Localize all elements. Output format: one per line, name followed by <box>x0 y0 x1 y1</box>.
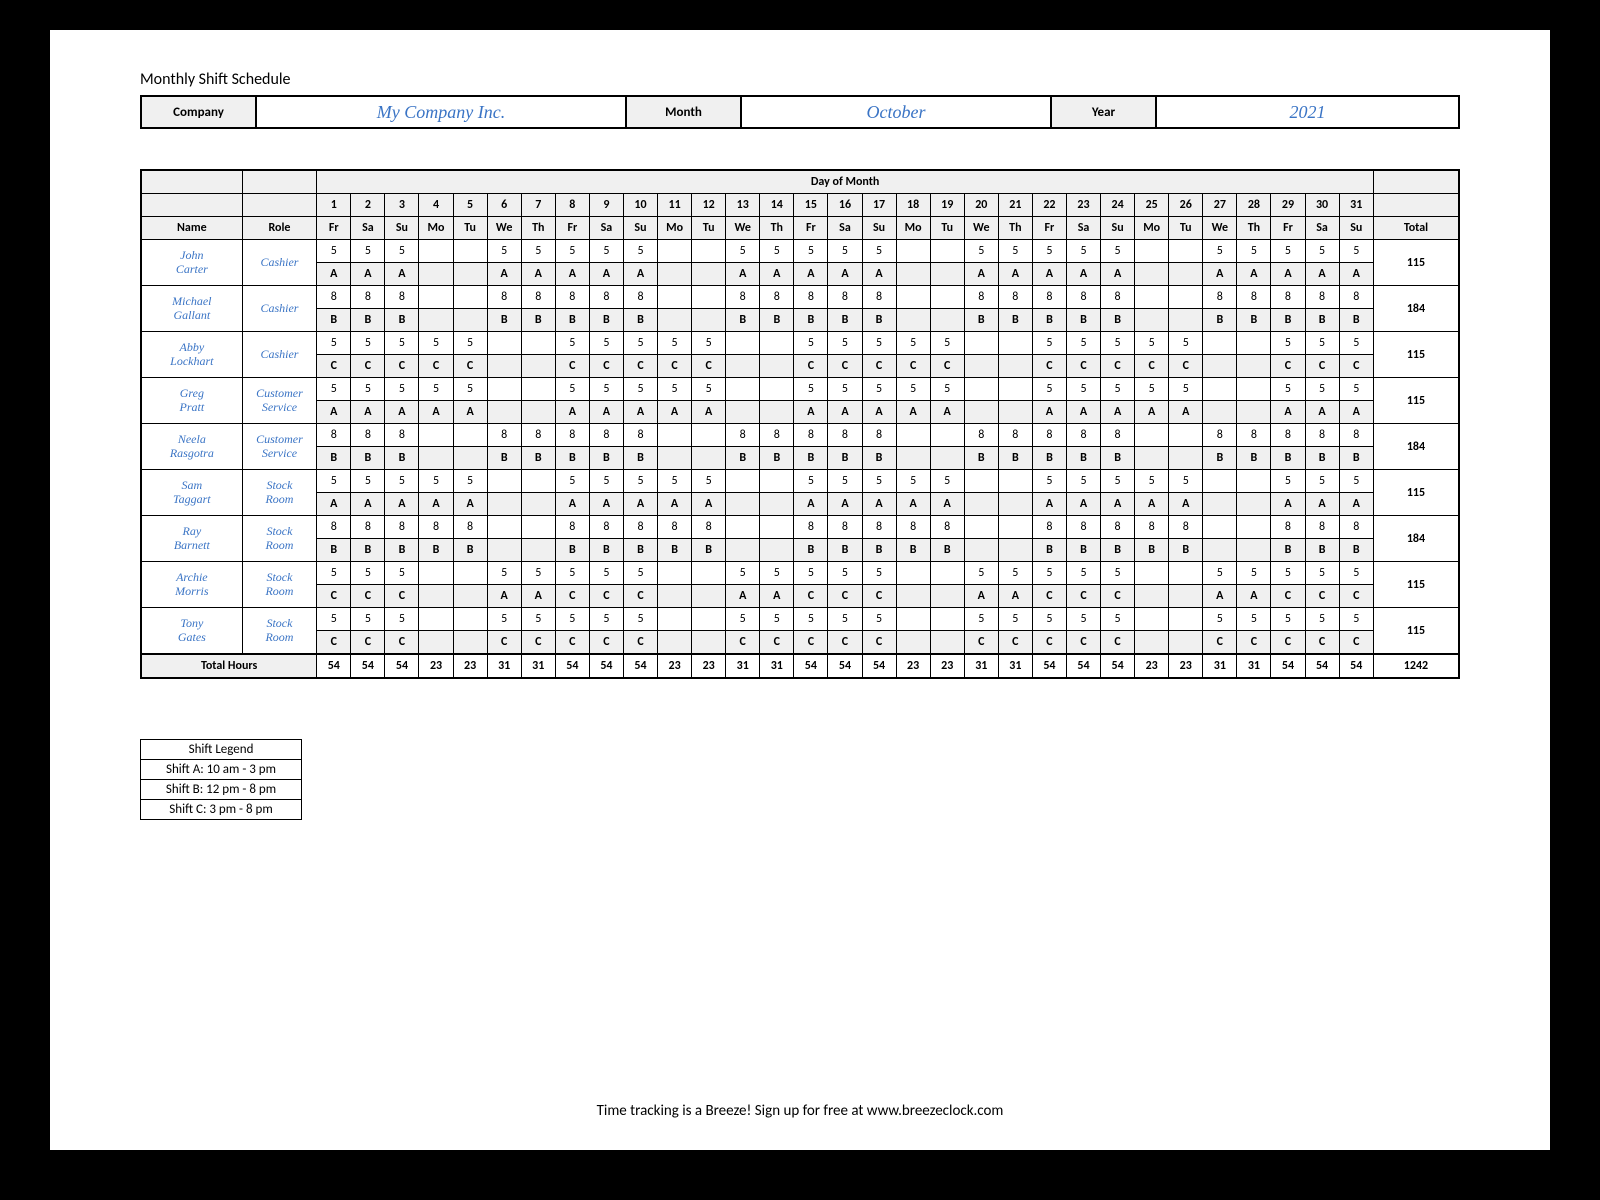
table-row: BBBBBBBBBBBBBBBBBBBBBBB <box>141 447 1459 470</box>
table-row: CCCCCCCCCCCCCCCCCCCCCCC <box>141 355 1459 378</box>
total-header: Total <box>1373 217 1459 240</box>
employee-name: AbbyLockhart <box>141 332 242 378</box>
table-row: BBBBBBBBBBBBBBBBBBBBBBB <box>141 309 1459 332</box>
employee-total: 115 <box>1373 470 1459 516</box>
table-row: BBBBBBBBBBBBBBBBBBBBBBB <box>141 539 1459 562</box>
employee-total: 184 <box>1373 286 1459 332</box>
employee-role: CustomerService <box>242 424 317 470</box>
table-row: RayBarnettStockRoom888888888888888888888… <box>141 516 1459 539</box>
legend-row: Shift A: 10 am - 3 pm <box>141 760 301 780</box>
employee-role: CustomerService <box>242 378 317 424</box>
value-company: My Company Inc. <box>257 97 627 127</box>
employee-total: 115 <box>1373 240 1459 286</box>
employee-name: MichaelGallant <box>141 286 242 332</box>
employee-role: StockRoom <box>242 516 317 562</box>
employee-role: StockRoom <box>242 562 317 608</box>
label-month: Month <box>627 97 742 127</box>
employee-role: Cashier <box>242 286 317 332</box>
day-of-month-header: Day of Month <box>317 170 1374 194</box>
employee-total: 184 <box>1373 516 1459 562</box>
label-year: Year <box>1052 97 1157 127</box>
legend-row: Shift B: 12 pm - 8 pm <box>141 780 301 800</box>
table-row: AAAAAAAAAAAAAAAAAAAAAAA <box>141 263 1459 286</box>
table-row: MichaelGallantCashier8888888888888888888… <box>141 286 1459 309</box>
table-row: NeelaRasgotraCustomerService888888888888… <box>141 424 1459 447</box>
schedule-table: Day of Month1234567891011121314151617181… <box>140 169 1460 679</box>
legend-row: Shift C: 3 pm - 8 pm <box>141 800 301 819</box>
document-title: Monthly Shift Schedule <box>140 70 1460 89</box>
employee-role: StockRoom <box>242 608 317 655</box>
table-row: TonyGatesStockRoom5555555555555555555555… <box>141 608 1459 631</box>
employee-total: 115 <box>1373 608 1459 655</box>
info-strip: Company My Company Inc. Month October Ye… <box>140 95 1460 129</box>
employee-total: 115 <box>1373 562 1459 608</box>
legend-title: Shift Legend <box>141 740 301 760</box>
employee-name: ArchieMorris <box>141 562 242 608</box>
table-row: ArchieMorrisStockRoom5555555555555555555… <box>141 562 1459 585</box>
employee-total: 115 <box>1373 378 1459 424</box>
employee-name: GregPratt <box>141 378 242 424</box>
employee-name: TonyGates <box>141 608 242 655</box>
role-header: Role <box>242 217 317 240</box>
employee-total: 115 <box>1373 332 1459 378</box>
value-year: 2021 <box>1157 97 1458 127</box>
label-company: Company <box>142 97 257 127</box>
table-row: JohnCarterCashier55555555555555555555555… <box>141 240 1459 263</box>
employee-total: 184 <box>1373 424 1459 470</box>
employee-name: RayBarnett <box>141 516 242 562</box>
name-header: Name <box>141 217 242 240</box>
employee-role: Cashier <box>242 332 317 378</box>
employee-name: SamTaggart <box>141 470 242 516</box>
value-month: October <box>742 97 1052 127</box>
table-row: CCCAACCCAACCCAACCCAACCC <box>141 585 1459 608</box>
grand-total: 1242 <box>1373 654 1459 678</box>
total-hours-label: Total Hours <box>141 654 317 678</box>
shift-legend: Shift Legend Shift A: 10 am - 3 pm Shift… <box>140 739 302 820</box>
table-row: AbbyLockhartCashier555555555555555555555… <box>141 332 1459 355</box>
employee-role: StockRoom <box>242 470 317 516</box>
employee-name: NeelaRasgotra <box>141 424 242 470</box>
employee-name: JohnCarter <box>141 240 242 286</box>
table-row: GregPrattCustomerService5555555555555555… <box>141 378 1459 401</box>
table-row: SamTaggartStockRoom555555555555555555555… <box>141 470 1459 493</box>
table-row: AAAAAAAAAAAAAAAAAAAAAAA <box>141 401 1459 424</box>
table-row: AAAAAAAAAAAAAAAAAAAAAAA <box>141 493 1459 516</box>
footer-text: Time tracking is a Breeze! Sign up for f… <box>50 1102 1550 1120</box>
table-row: CCCCCCCCCCCCCCCCCCCCCCC <box>141 631 1459 655</box>
page-sheet: Monthly Shift Schedule Company My Compan… <box>50 30 1550 1150</box>
employee-role: Cashier <box>242 240 317 286</box>
